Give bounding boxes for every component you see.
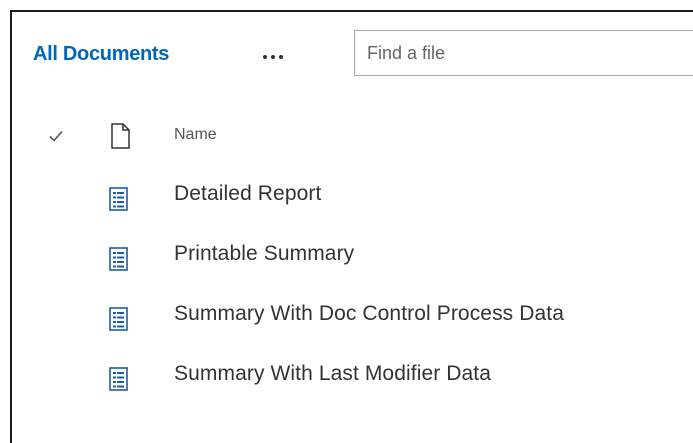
view-selector[interactable]: All Documents <box>33 43 169 66</box>
select-all-checkmark-icon[interactable] <box>46 126 66 146</box>
ellipsis-icon <box>263 55 283 59</box>
item-name-link[interactable]: Detailed Report <box>174 182 321 206</box>
search-input[interactable] <box>355 31 693 75</box>
item-name-link[interactable]: Summary With Last Modifier Data <box>174 362 491 386</box>
list-page-icon <box>108 246 132 274</box>
list-page-icon <box>108 366 132 394</box>
list-item[interactable]: Printable Summary <box>12 230 693 290</box>
list-item[interactable]: Summary With Doc Control Process Data <box>12 290 693 350</box>
name-column-header[interactable]: Name <box>174 126 217 144</box>
document-library-view: All Documents Name <box>10 10 693 443</box>
more-options-button[interactable] <box>255 39 291 75</box>
command-bar: All Documents <box>12 12 693 92</box>
item-name-link[interactable]: Printable Summary <box>174 242 354 266</box>
list-page-icon <box>108 186 132 214</box>
item-name-link[interactable]: Summary With Doc Control Process Data <box>174 302 564 326</box>
list-item[interactable]: Summary With Last Modifier Data <box>12 350 693 410</box>
file-type-icon[interactable] <box>108 122 132 150</box>
list-header: Name <box>12 112 693 170</box>
list-page-icon <box>108 306 132 334</box>
list-item[interactable]: Detailed Report <box>12 170 693 230</box>
document-list: Name Detailed Report Printable Summary S… <box>12 112 693 410</box>
search-box[interactable] <box>354 30 693 76</box>
